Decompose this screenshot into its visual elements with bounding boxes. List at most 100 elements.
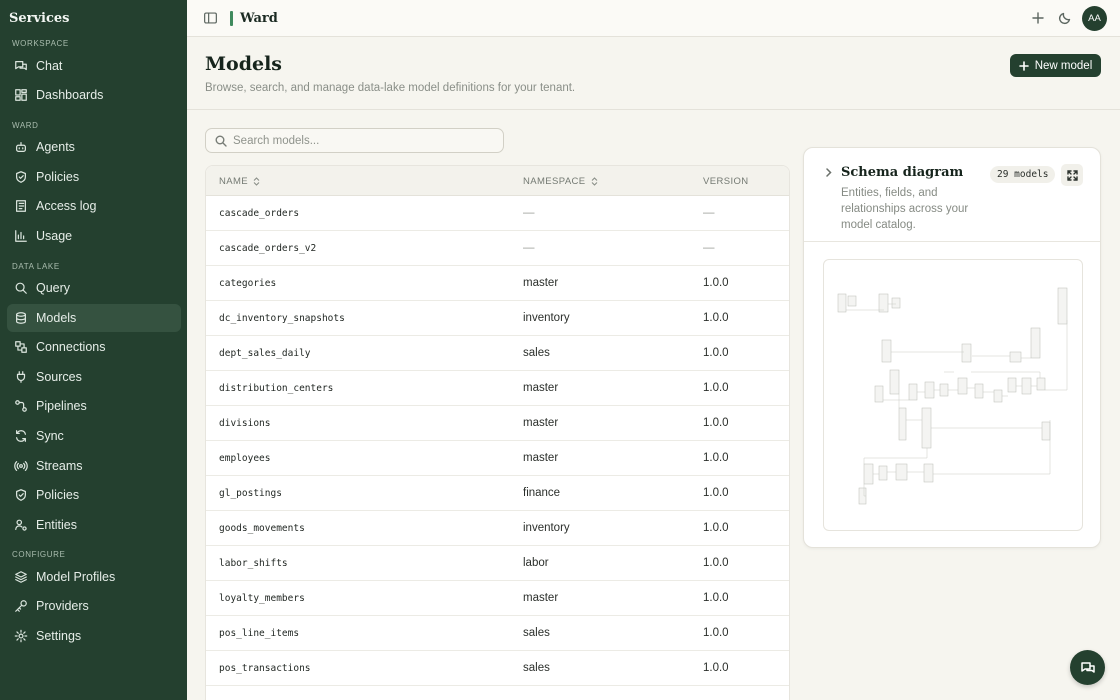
sidebar-item-model-profiles[interactable]: Model Profiles: [7, 563, 181, 591]
table-body: cascade_orders — — cascade_orders_v2 — — categ…: [206, 196, 789, 686]
sidebar-item-label: Sources: [36, 370, 82, 384]
sidebar-item-access-log[interactable]: Access log: [7, 192, 181, 220]
schema-diagram-card: Schema diagram Entities, fields, and rel…: [803, 147, 1101, 548]
sidebar-item-dashboards[interactable]: Dashboards: [7, 81, 181, 109]
namespace-cell: master: [523, 277, 559, 289]
sidebar-title: Services: [9, 11, 70, 26]
sidebar-item-agents[interactable]: Agents: [7, 133, 181, 161]
sidebar-item-chat[interactable]: Chat: [7, 52, 181, 80]
sidebar-toggle-icon[interactable]: [204, 12, 217, 24]
sidebar-item-connections[interactable]: Connections: [7, 333, 181, 361]
pipeline-icon: [15, 400, 27, 412]
sidebar-item-label: Pipelines: [36, 399, 87, 413]
log-icon: [16, 200, 26, 212]
namespace-cell: sales: [523, 662, 550, 674]
sidebar-item-policies-datalake[interactable]: Policies: [7, 481, 181, 509]
namespace-cell: master: [523, 452, 559, 464]
database-icon: [16, 312, 26, 324]
sidebar-item-sync[interactable]: Sync: [7, 422, 181, 450]
avatar[interactable]: AA: [1082, 6, 1107, 31]
bot-icon: [16, 142, 26, 152]
sidebar-item-usage[interactable]: Usage: [7, 222, 181, 250]
table-row[interactable]: labor_shifts labor 1.0.0: [206, 546, 789, 581]
namespace-cell: master: [523, 417, 559, 429]
moon-icon[interactable]: [1058, 11, 1072, 25]
table-row[interactable]: cascade_orders_v2 — —: [206, 231, 789, 266]
table-row[interactable]: categories master 1.0.0: [206, 266, 789, 301]
sidebar-item-label: Model Profiles: [36, 570, 116, 584]
model-name-cell: cascade_orders: [219, 208, 300, 219]
table-row[interactable]: distribution_centers master 1.0.0: [206, 371, 789, 406]
sidebar-item-policies[interactable]: Policies: [7, 163, 181, 191]
sidebar-item-query[interactable]: Query: [7, 274, 181, 302]
model-name-cell: divisions: [219, 418, 271, 429]
section-configure: CONFIGURE: [12, 550, 66, 559]
version-cell: 1.0.0: [703, 277, 729, 289]
sidebar-item-streams[interactable]: Streams: [7, 452, 181, 480]
table-row[interactable]: dc_inventory_snapshots inventory 1.0.0: [206, 301, 789, 336]
table-row[interactable]: cascade_orders — —: [206, 196, 789, 231]
chat-icon: [15, 61, 27, 71]
table-row[interactable]: goods_movements inventory 1.0.0: [206, 511, 789, 546]
column-header-name[interactable]: NAME: [219, 176, 260, 187]
search-box: [205, 128, 504, 153]
model-count-badge: 29 models: [990, 166, 1056, 183]
dashboard-icon: [15, 89, 27, 101]
table-row[interactable]: gl_postings finance 1.0.0: [206, 476, 789, 511]
sidebar-item-models[interactable]: Models: [7, 304, 181, 332]
schema-diagram-graphic: [837, 287, 1068, 505]
sidebar-item-settings[interactable]: Settings: [7, 622, 181, 650]
key-icon: [15, 600, 27, 612]
table-row[interactable]: pos_transactions sales 1.0.0: [206, 651, 789, 686]
model-name-cell: pos_transactions: [219, 663, 311, 674]
radio-icon: [14, 461, 28, 471]
shield-icon: [16, 489, 26, 501]
schema-diagram-preview[interactable]: [823, 259, 1083, 531]
new-model-button[interactable]: New model: [1010, 54, 1101, 77]
page-header: Models Browse, search, and manage data-l…: [187, 37, 1120, 110]
sidebar-item-label: Query: [36, 281, 71, 295]
namespace-cell: master: [523, 592, 559, 604]
version-cell: —: [703, 242, 715, 254]
namespace-cell: inventory: [523, 312, 570, 324]
search-icon: [15, 282, 27, 294]
chevron-right-icon[interactable]: [824, 168, 833, 177]
sort-icon: [253, 177, 260, 186]
version-cell: 1.0.0: [703, 452, 729, 464]
page-subtitle: Browse, search, and manage data-lake mod…: [205, 82, 576, 94]
plus-icon[interactable]: [1031, 11, 1045, 25]
table-row[interactable]: divisions master 1.0.0: [206, 406, 789, 441]
sidebar-item-label: Chat: [36, 59, 63, 73]
table-row[interactable]: loyalty_members master 1.0.0: [206, 581, 789, 616]
sidebar-item-label: Models: [36, 311, 77, 325]
schema-description: Entities, fields, and relationships acro…: [841, 187, 969, 231]
version-cell: 1.0.0: [703, 557, 729, 569]
sidebar-item-sources[interactable]: Sources: [7, 363, 181, 391]
sidebar-item-providers[interactable]: Providers: [7, 592, 181, 620]
sync-icon: [16, 430, 26, 442]
sidebar-item-pipelines[interactable]: Pipelines: [7, 392, 181, 420]
model-name-cell: distribution_centers: [219, 383, 334, 394]
sidebar-item-label: Access log: [36, 199, 97, 213]
section-workspace: WORKSPACE: [12, 39, 69, 48]
model-name-cell: loyalty_members: [219, 593, 305, 604]
schema-card-header: Schema diagram Entities, fields, and rel…: [804, 148, 1100, 242]
page-title: Models: [205, 53, 282, 75]
table-row[interactable]: pos_line_items sales 1.0.0: [206, 616, 789, 651]
search-input[interactable]: [233, 134, 493, 147]
namespace-cell: inventory: [523, 522, 570, 534]
table-row[interactable]: dept_sales_daily sales 1.0.0: [206, 336, 789, 371]
model-name-cell: pos_line_items: [219, 628, 300, 639]
expand-button[interactable]: [1061, 164, 1083, 186]
chat-fab-button[interactable]: [1070, 650, 1105, 685]
column-header-namespace[interactable]: NAMESPACE: [523, 176, 598, 187]
model-name-cell: cascade_orders_v2: [219, 243, 317, 254]
sidebar-item-entities[interactable]: Entities: [7, 511, 181, 539]
version-cell: 1.0.0: [703, 347, 729, 359]
namespace-cell: master: [523, 382, 559, 394]
section-data-lake: DATA LAKE: [12, 262, 60, 271]
table-row[interactable]: employees master 1.0.0: [206, 441, 789, 476]
version-cell: 1.0.0: [703, 487, 729, 499]
version-cell: 1.0.0: [703, 382, 729, 394]
layers-icon: [15, 571, 27, 583]
